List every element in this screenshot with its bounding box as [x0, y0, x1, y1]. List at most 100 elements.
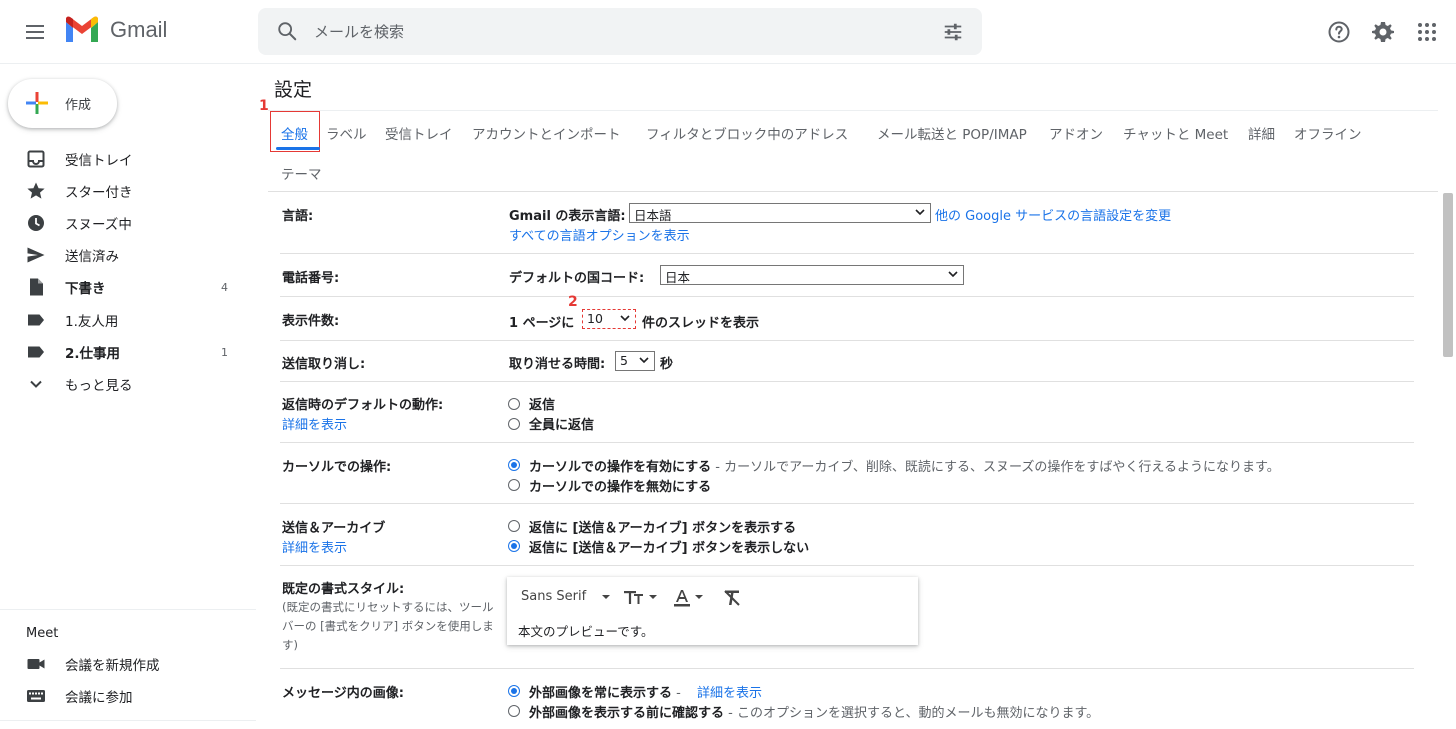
sidebar-item-more[interactable]: もっと見る — [0, 368, 256, 400]
page-size-prefix: 1 ページに — [509, 316, 575, 331]
text-style-note: (既定の書式にリセットするには、ツールバーの [書式をクリア] ボタンを使用しま… — [282, 600, 494, 652]
compose-button[interactable]: 作成 — [8, 79, 117, 128]
send-archive-details-link[interactable]: 詳細を表示 — [282, 537, 347, 556]
chevron-down-icon — [30, 380, 42, 388]
hover-enable-label: カーソルでの操作を有効にする - カーソルでアーカイブ、削除、既読にする、スヌー… — [529, 460, 1280, 475]
tab-forwarding-pop-imap[interactable]: メール転送と POP/IMAP — [877, 123, 1027, 143]
unread-count: 4 — [221, 280, 228, 294]
app-header: Gmail — [0, 0, 1456, 64]
sidebar-item-label: 会議に参加 — [65, 690, 133, 706]
sidebar-item-label: スター付き — [65, 185, 133, 201]
page-size-label: 表示件数: — [282, 314, 340, 329]
search-options-icon[interactable] — [942, 21, 964, 43]
chevron-down-icon — [948, 271, 958, 278]
annotation-number: 2 — [568, 294, 578, 310]
meet-new-meeting[interactable]: 会議を新規作成 — [0, 648, 256, 680]
plus-icon — [26, 92, 48, 114]
tab-labels[interactable]: ラベル — [326, 123, 367, 143]
reply-all-radio[interactable] — [508, 418, 520, 430]
text-preview: 本文のプレビューです。 — [518, 624, 654, 639]
hover-actions-label: カーソルでの操作: — [282, 460, 392, 475]
apps-grid-icon[interactable] — [1415, 20, 1439, 44]
settings-gear-icon[interactable] — [1371, 20, 1395, 44]
sidebar-item-label: もっと見る — [65, 378, 133, 394]
tab-themes[interactable]: テーマ — [281, 163, 322, 183]
send-archive-hide-label: 返信に [送信＆アーカイブ] ボタンを表示しない — [529, 541, 810, 556]
gmail-logo[interactable]: Gmail — [64, 16, 167, 44]
search-icon[interactable] — [276, 20, 298, 42]
images-always-radio[interactable] — [508, 685, 520, 697]
sidebar-item-inbox[interactable]: 受信トレイ — [0, 143, 256, 175]
caret-down-icon[interactable] — [601, 593, 611, 601]
font-size-icon[interactable] — [623, 588, 657, 606]
tab-inbox[interactable]: 受信トレイ — [385, 123, 453, 143]
reply-radio[interactable] — [508, 398, 520, 410]
all-language-options-link[interactable]: すべての言語オプションを表示 — [509, 225, 690, 244]
scrollbar-thumb[interactable] — [1443, 193, 1453, 357]
divider — [0, 609, 256, 610]
tab-offline[interactable]: オフライン — [1294, 123, 1362, 143]
page-title: 設定 — [274, 79, 313, 101]
sidebar-item-sent[interactable]: 送信済み — [0, 239, 256, 271]
sidebar-item-snoozed[interactable]: スヌーズ中 — [0, 207, 256, 239]
divider — [280, 668, 1414, 669]
main-menu-button[interactable] — [22, 18, 50, 46]
images-details-link[interactable]: 詳細を表示 — [697, 682, 762, 701]
sidebar-item-work[interactable]: 2.仕事用 1 — [0, 336, 256, 368]
remove-formatting-icon[interactable] — [722, 588, 742, 608]
sidebar-item-friends[interactable]: 1.友人用 — [0, 304, 256, 336]
inbox-icon — [27, 150, 45, 168]
undo-period-select[interactable]: 5 — [615, 351, 655, 371]
search-input[interactable] — [314, 20, 914, 44]
undo-period-unit: 秒 — [660, 357, 674, 372]
display-language-select[interactable]: 日本語 — [629, 203, 931, 223]
select-value: 5 — [620, 353, 628, 368]
label-icon — [28, 346, 44, 358]
text-color-icon[interactable] — [673, 588, 707, 608]
hover-enable-radio[interactable] — [508, 459, 520, 471]
font-family-dropdown[interactable]: Sans Serif — [521, 589, 586, 604]
star-icon — [27, 182, 45, 199]
tab-advanced[interactable]: 詳細 — [1248, 123, 1275, 143]
send-archive-show-radio[interactable] — [508, 520, 520, 532]
reply-option-label: 返信 — [529, 398, 556, 413]
divider — [280, 253, 1414, 254]
reply-details-link[interactable]: 詳細を表示 — [282, 414, 347, 433]
sidebar-item-label: 受信トレイ — [65, 153, 133, 169]
active-tab-indicator — [276, 147, 320, 150]
divider — [268, 191, 1438, 192]
other-services-language-link[interactable]: 他の Google サービスの言語設定を変更 — [935, 205, 1171, 224]
hover-disable-radio[interactable] — [508, 479, 520, 491]
chevron-down-icon — [639, 357, 649, 364]
country-code-label: デフォルトの国コード: — [509, 271, 645, 286]
gmail-m-icon — [66, 16, 98, 42]
sidebar-item-label: 会議を新規作成 — [65, 658, 160, 674]
text-style-label: 既定の書式スタイル: — [282, 582, 405, 597]
annotation-number: 1 — [259, 98, 269, 114]
sidebar-item-drafts[interactable]: 下書き 4 — [0, 271, 256, 303]
tab-chat-meet[interactable]: チャットと Meet — [1123, 123, 1228, 143]
meet-section-title: Meet — [26, 626, 59, 641]
images-ask-label: 外部画像を表示する前に確認する - このオプションを選択すると、動的メールも無効… — [529, 706, 1100, 721]
images-ask-radio[interactable] — [508, 705, 520, 717]
sidebar-item-starred[interactable]: スター付き — [0, 175, 256, 207]
send-archive-hide-radio[interactable] — [508, 540, 520, 552]
reply-all-option-label: 全員に返信 — [529, 418, 595, 433]
meet-join-meeting[interactable]: 会議に参加 — [0, 680, 256, 712]
phone-label: 電話番号: — [282, 271, 340, 286]
page-size-select[interactable]: 10 — [582, 309, 636, 329]
send-icon — [27, 247, 45, 263]
divider — [280, 565, 1414, 566]
help-icon[interactable] — [1327, 20, 1351, 44]
tab-filters[interactable]: フィルタとブロック中のアドレス — [646, 123, 848, 143]
country-code-select[interactable]: 日本 — [660, 265, 964, 285]
tab-general[interactable]: 全般 — [281, 123, 308, 143]
compose-label: 作成 — [65, 98, 92, 113]
sidebar-item-label: スヌーズ中 — [65, 217, 132, 233]
chevron-down-icon — [915, 209, 925, 216]
display-language-label: Gmail の表示言語: — [509, 209, 626, 224]
reply-default-label: 返信時のデフォルトの動作: — [282, 398, 444, 413]
tab-accounts-import[interactable]: アカウントとインポート — [472, 123, 621, 143]
tab-addons[interactable]: アドオン — [1049, 123, 1103, 143]
keyboard-icon — [27, 690, 45, 702]
